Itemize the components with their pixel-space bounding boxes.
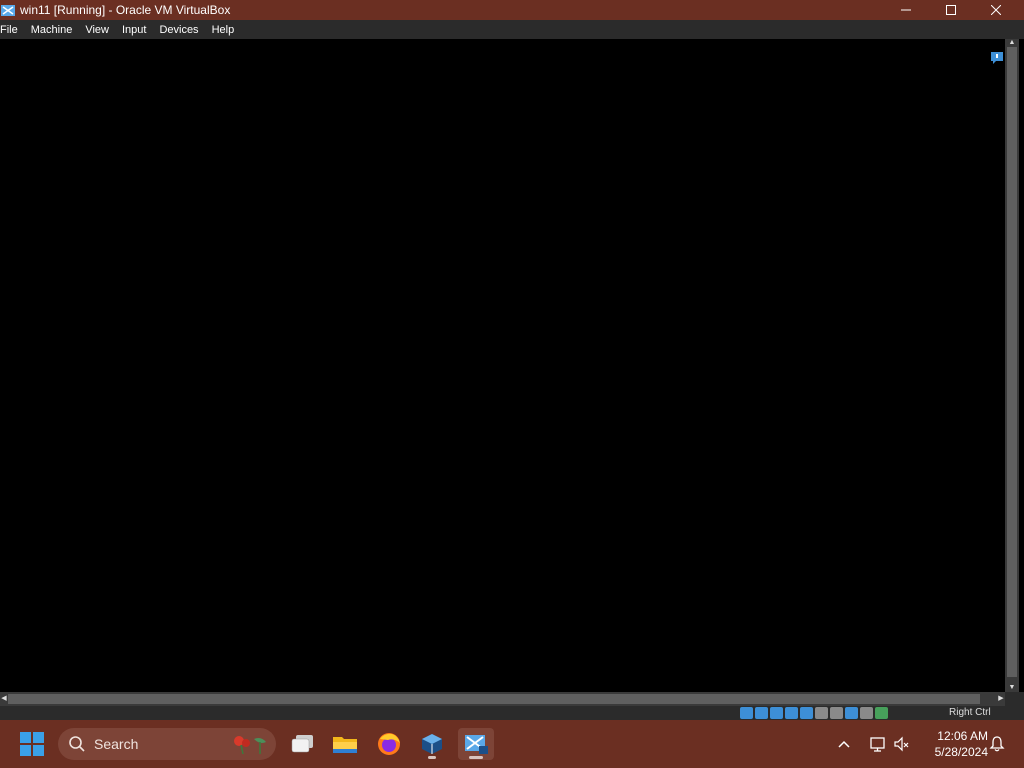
horizontal-scroll-thumb[interactable] (8, 694, 980, 704)
recording-icon[interactable] (815, 707, 828, 719)
menu-input[interactable]: Input (122, 24, 152, 36)
virtualbox-manager-icon (422, 734, 442, 754)
taskbar-clock[interactable]: 12:06 AM 5/28/2024 (920, 728, 988, 760)
volume-muted-icon[interactable] (893, 735, 911, 753)
clock-date: 5/28/2024 (934, 745, 988, 759)
host-key-label: Right Ctrl (949, 707, 991, 718)
host-key-status-icon[interactable] (875, 707, 888, 719)
mouse-integration-icon[interactable] (845, 707, 858, 719)
menu-bar: File Machine View Input Devices Help (0, 20, 1024, 39)
virtualbox-vm-icon (465, 735, 488, 754)
scroll-right-icon[interactable]: ▶ (997, 694, 1005, 704)
drag-drop-icon[interactable] (800, 707, 813, 719)
menu-machine[interactable]: Machine (31, 24, 79, 36)
menu-devices[interactable]: Devices (159, 24, 204, 36)
window-title: win11 [Running] - Oracle VM VirtualBox (20, 3, 231, 17)
vm-status-icons (740, 707, 888, 719)
system-tray (836, 720, 911, 768)
active-indicator (469, 756, 483, 759)
search-placeholder: Search (94, 736, 139, 752)
scroll-down-icon[interactable]: ▼ (1007, 684, 1017, 692)
scroll-up-icon[interactable]: ▲ (1007, 39, 1017, 47)
search-icon (69, 736, 85, 752)
file-explorer-button[interactable] (327, 728, 363, 760)
vertical-scroll-thumb[interactable] (1007, 47, 1017, 677)
scroll-left-icon[interactable]: ◀ (0, 694, 8, 704)
virtualbox-vm-button[interactable] (458, 728, 494, 760)
task-view-icon (291, 735, 313, 753)
notification-center-icon[interactable] (990, 51, 1004, 65)
menu-file[interactable]: File (0, 24, 24, 36)
menu-help[interactable]: Help (212, 24, 241, 36)
shared-folders-icon[interactable] (770, 707, 783, 719)
scrollbar-corner (1005, 692, 1024, 706)
maximize-button[interactable] (928, 0, 974, 20)
close-button[interactable] (973, 0, 1019, 20)
virtualbox-manager-button[interactable] (414, 728, 450, 760)
usb-icon[interactable] (755, 707, 768, 719)
network-status-icon[interactable] (869, 735, 887, 753)
vm-status-bar: Right Ctrl (0, 706, 1024, 720)
minimize-icon (901, 9, 911, 11)
display-icon[interactable] (830, 707, 843, 719)
virtualbox-app-icon (1, 5, 15, 16)
firefox-button[interactable] (371, 728, 407, 760)
search-highlight-icon (234, 736, 266, 755)
chevron-up-icon[interactable] (836, 736, 852, 752)
task-view-button[interactable] (284, 728, 320, 760)
notifications-bell-icon[interactable] (988, 735, 1006, 753)
file-explorer-icon (333, 737, 357, 753)
firefox-icon (378, 733, 400, 755)
horizontal-scrollbar[interactable]: ◀ ▶ (0, 692, 1005, 706)
vertical-scrollbar[interactable]: ▲ ▼ (1005, 39, 1019, 692)
window-title-bar: win11 [Running] - Oracle VM VirtualBox (0, 0, 1024, 20)
running-indicator (428, 756, 436, 759)
windows-start-icon[interactable] (20, 732, 44, 756)
optical-drive-icon[interactable] (740, 707, 753, 719)
close-icon (991, 5, 1001, 15)
taskbar-search-box[interactable]: Search (58, 728, 276, 760)
minimize-button[interactable] (883, 0, 929, 20)
maximize-icon (946, 5, 956, 15)
clock-time: 12:06 AM (937, 729, 988, 743)
cpu-icon[interactable] (860, 707, 873, 719)
windows-taskbar: Search 12:06 AM 5/28/2024 (0, 720, 1024, 768)
menu-view[interactable]: View (85, 24, 115, 36)
network-icon[interactable] (785, 707, 798, 719)
vm-display-area[interactable] (0, 39, 1005, 691)
